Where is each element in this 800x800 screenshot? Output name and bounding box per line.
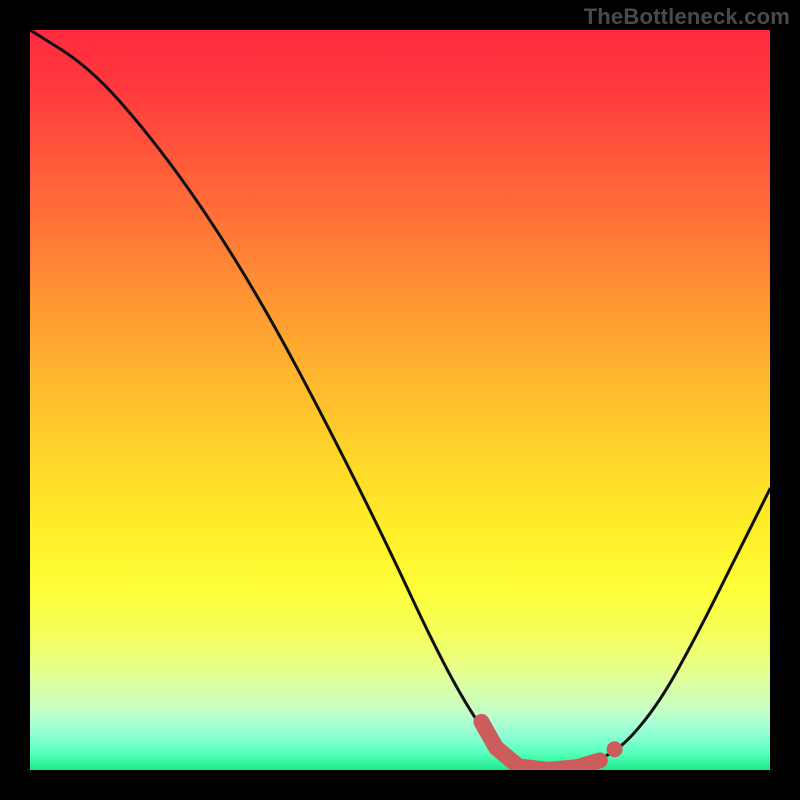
chart-frame: TheBottleneck.com: [0, 0, 800, 800]
watermark-text: TheBottleneck.com: [584, 4, 790, 30]
highlight-series: [30, 30, 770, 770]
highlight-dot: [607, 741, 623, 757]
plot-area: [30, 30, 770, 770]
highlight-path: [481, 722, 599, 770]
